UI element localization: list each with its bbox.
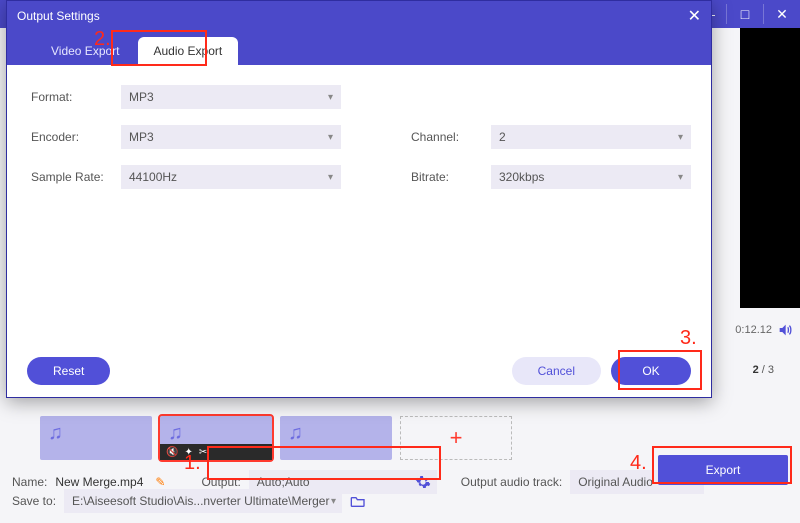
channel-select[interactable]: 2▾ (491, 125, 691, 149)
samplerate-value: 44100Hz (129, 170, 177, 184)
track-value: Original Audio (578, 475, 653, 489)
samplerate-select[interactable]: 44100Hz ▾ (121, 165, 341, 189)
mute-icon[interactable]: 🔇 (166, 447, 178, 458)
caret-icon: ▾ (678, 132, 683, 143)
clip-counter: 2 / 3 (753, 364, 774, 376)
thumbnail-strip: ♫ ♫ 🔇 ✦ ✂ ♫ + (40, 416, 512, 460)
format-value: MP3 (129, 90, 154, 104)
caret-icon: ▾ (328, 92, 333, 103)
cancel-button[interactable]: Cancel (512, 357, 601, 385)
save-to-select[interactable]: E:\Aiseesoft Studio\Ais...nverter Ultima… (64, 489, 342, 513)
preview-time: 0:12.12 (735, 324, 772, 336)
output-settings-dialog: Output Settings ✕ Video Export Audio Exp… (6, 0, 712, 398)
app-close-button[interactable]: ✕ (764, 0, 800, 28)
dialog-body: Format: MP3▾ Encoder: MP3▾ Channel: 2▾ S… (7, 65, 711, 345)
reset-button[interactable]: Reset (27, 357, 110, 385)
encoder-select[interactable]: MP3 ▾ (121, 125, 341, 149)
track-label: Output audio track: (461, 475, 562, 489)
volume-icon[interactable] (776, 321, 794, 339)
caret-icon: ▾ (328, 172, 333, 183)
bitrate-label: Bitrate: (411, 170, 491, 184)
name-label: Name: (12, 475, 47, 489)
caret-icon: ▾ (678, 172, 683, 183)
settings-grid: Format: MP3 ▾ Encoder: MP3 ▾ Channel: 2 ▾ S… (31, 85, 687, 189)
gear-icon[interactable] (415, 474, 431, 490)
bitrate-value: 320kbps (499, 170, 544, 184)
clip-thumbnail[interactable]: ♫ 🔇 ✦ ✂ (160, 416, 272, 460)
format-select[interactable]: MP3 ▾ (121, 85, 341, 109)
add-clip-button[interactable]: + (400, 416, 512, 460)
export-button[interactable]: Export (658, 455, 788, 485)
tab-audio-export[interactable]: Audio Export (138, 37, 239, 65)
edit-name-icon[interactable]: ✎ (155, 475, 165, 489)
encoder-value: MP3 (129, 130, 154, 144)
channel-label: Channel: (411, 130, 491, 144)
caret-icon: ▾ (328, 132, 333, 143)
tab-video-export[interactable]: Video Export (35, 37, 136, 65)
cut-icon[interactable]: ✂ (199, 447, 207, 458)
effect-icon[interactable]: ✦ (184, 447, 192, 458)
dialog-titlebar: Output Settings ✕ (7, 1, 711, 31)
open-folder-icon[interactable] (350, 494, 366, 508)
clip-tools-overlay: 🔇 ✦ ✂ (160, 444, 272, 460)
clip-thumbnail[interactable]: ♫ (280, 416, 392, 460)
music-note-icon: ♫ (48, 422, 63, 445)
channel-value: 2 (499, 130, 506, 144)
save-to-value: E:\Aiseesoft Studio\Ais...nverter Ultima… (72, 494, 329, 508)
dialog-footer: Reset Cancel OK (7, 343, 711, 397)
samplerate-label: Sample Rate: (31, 170, 121, 184)
maximize-button[interactable]: □ (727, 0, 763, 28)
music-note-icon: ♫ (288, 422, 303, 445)
dialog-title: Output Settings (17, 9, 100, 23)
clip-thumbnail[interactable]: ♫ (40, 416, 152, 460)
format-label: Format: (31, 90, 121, 104)
ok-button[interactable]: OK (611, 357, 691, 385)
video-preview (740, 28, 800, 308)
counter-total: 3 (768, 364, 774, 376)
output-value: Auto;Auto (257, 475, 310, 489)
output-label: Output: (201, 475, 240, 489)
encoder-label: Encoder: (31, 130, 121, 144)
output-name: New Merge.mp4 (55, 475, 143, 489)
music-note-icon: ♫ (168, 422, 183, 445)
bitrate-select[interactable]: 320kbps ▾ (491, 165, 691, 189)
dialog-close-button[interactable]: ✕ (688, 6, 701, 26)
caret-icon: ▾ (331, 496, 336, 507)
save-to-label: Save to: (12, 494, 56, 508)
dialog-tabs: Video Export Audio Export (7, 31, 711, 65)
counter-sep: / (759, 364, 768, 376)
save-row: Save to: E:\Aiseesoft Studio\Ais...nvert… (12, 489, 366, 513)
